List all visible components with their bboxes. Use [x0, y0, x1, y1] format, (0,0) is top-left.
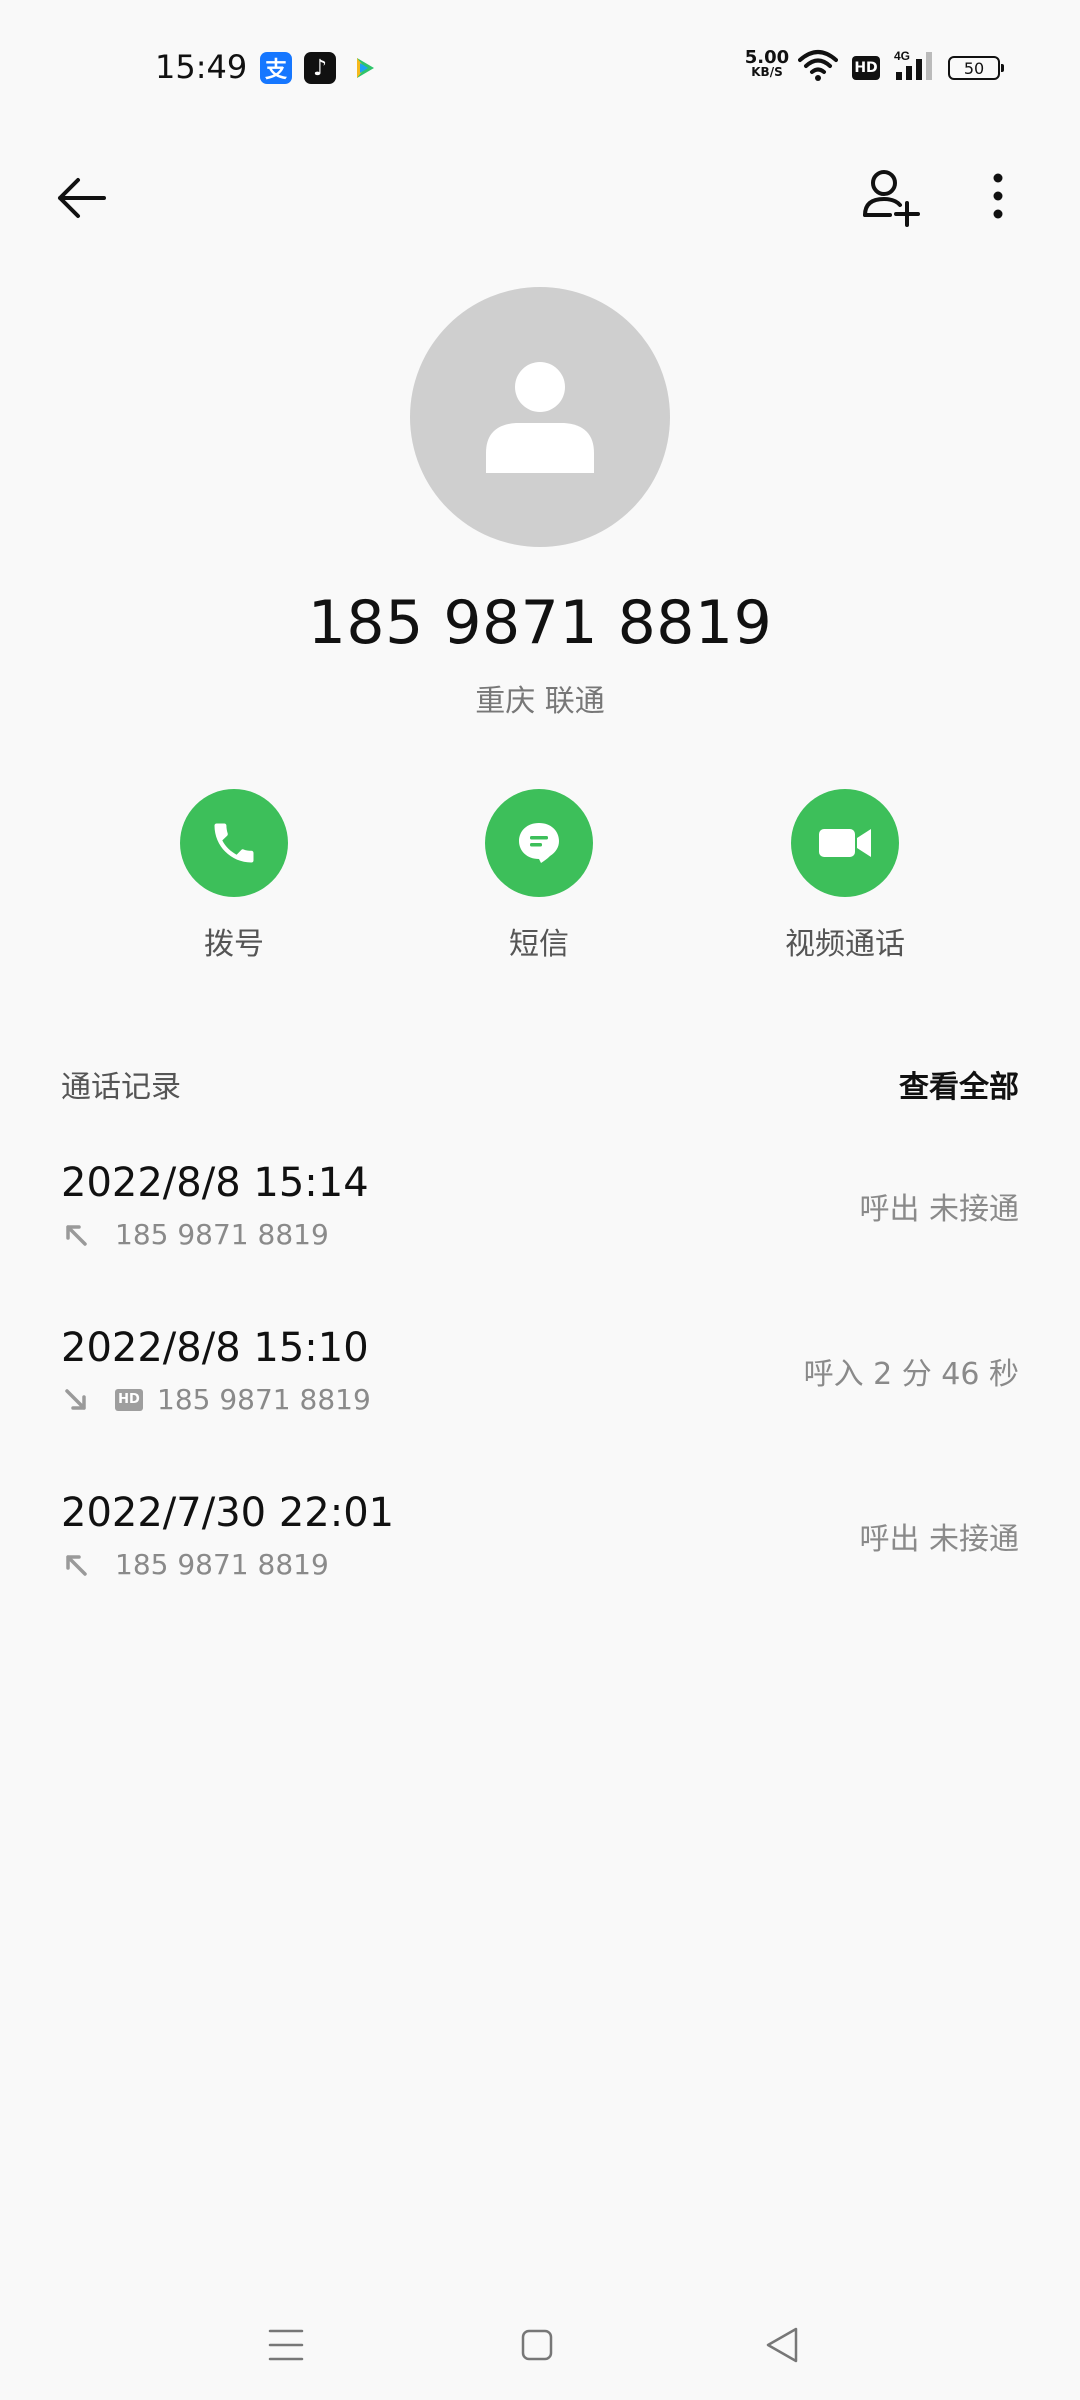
dial-button[interactable]: 拨号: [114, 789, 354, 963]
sms-button[interactable]: 短信: [419, 789, 659, 963]
call-date: 2022/8/8 15:10: [61, 1325, 369, 1371]
video-app-icon: [348, 52, 380, 84]
wifi-icon: [798, 48, 838, 86]
contact-phone-number: 185 9871 8819: [307, 588, 773, 658]
call-log-row[interactable]: 2022/8/8 15:14 185 9871 8819 呼出 未接通: [61, 1160, 1019, 1310]
more-options-icon[interactable]: [978, 168, 1018, 228]
network-speed: 5.00 KB/S: [744, 47, 790, 80]
add-contact-icon[interactable]: [860, 165, 924, 229]
dial-label: 拨号: [204, 927, 264, 962]
phone-icon: [180, 789, 288, 897]
status-time: 15:49: [155, 48, 248, 86]
outgoing-call-icon: [66, 1554, 87, 1576]
incoming-call-icon: [65, 1388, 86, 1410]
call-status: 呼入 2 分 46 秒: [803, 1357, 1019, 1392]
battery-indicator: 50: [948, 56, 1004, 80]
video-call-label: 视频通话: [785, 927, 905, 962]
message-icon: [485, 789, 593, 897]
hd-voice-badge: HD: [852, 56, 880, 80]
call-details: 185 9871 8819: [61, 1218, 329, 1251]
call-details: HD 185 9871 8819: [61, 1383, 371, 1416]
person-icon: [486, 362, 594, 473]
carrier-location: 重庆 联通: [475, 684, 605, 719]
contact-avatar: [410, 287, 670, 547]
signal-icon: 4G: [894, 48, 938, 86]
call-details: 185 9871 8819: [61, 1548, 329, 1581]
tiktok-icon: ♪: [304, 52, 336, 84]
call-status: 呼出 未接通: [859, 1522, 1019, 1557]
call-log-row[interactable]: 2022/8/8 15:10 HD 185 9871 8819 呼入 2 分 4…: [61, 1325, 1019, 1475]
call-log-title: 通话记录: [61, 1070, 181, 1105]
call-number: 185 9871 8819: [115, 1218, 329, 1251]
call-number: 185 9871 8819: [115, 1548, 329, 1581]
hd-call-badge: HD: [115, 1388, 143, 1411]
call-date: 2022/7/30 22:01: [61, 1490, 395, 1536]
outgoing-call-icon: [66, 1224, 87, 1246]
view-all-link[interactable]: 查看全部: [899, 1062, 1019, 1106]
back-arrow-icon[interactable]: [52, 168, 112, 228]
svg-text:4G: 4G: [894, 49, 910, 63]
sms-label: 短信: [509, 927, 569, 962]
call-date: 2022/8/8 15:14: [61, 1160, 369, 1206]
video-camera-icon: [791, 789, 899, 897]
call-log-row[interactable]: 2022/7/30 22:01 185 9871 8819 呼出 未接通: [61, 1490, 1019, 1640]
alipay-icon: 支: [260, 52, 292, 84]
call-number: 185 9871 8819: [157, 1383, 371, 1416]
nav-back-icon[interactable]: [764, 2325, 800, 2369]
video-call-button[interactable]: 视频通话: [725, 789, 965, 963]
home-icon[interactable]: [520, 2328, 554, 2366]
call-status: 呼出 未接通: [859, 1192, 1019, 1227]
recent-apps-icon[interactable]: [268, 2325, 304, 2369]
